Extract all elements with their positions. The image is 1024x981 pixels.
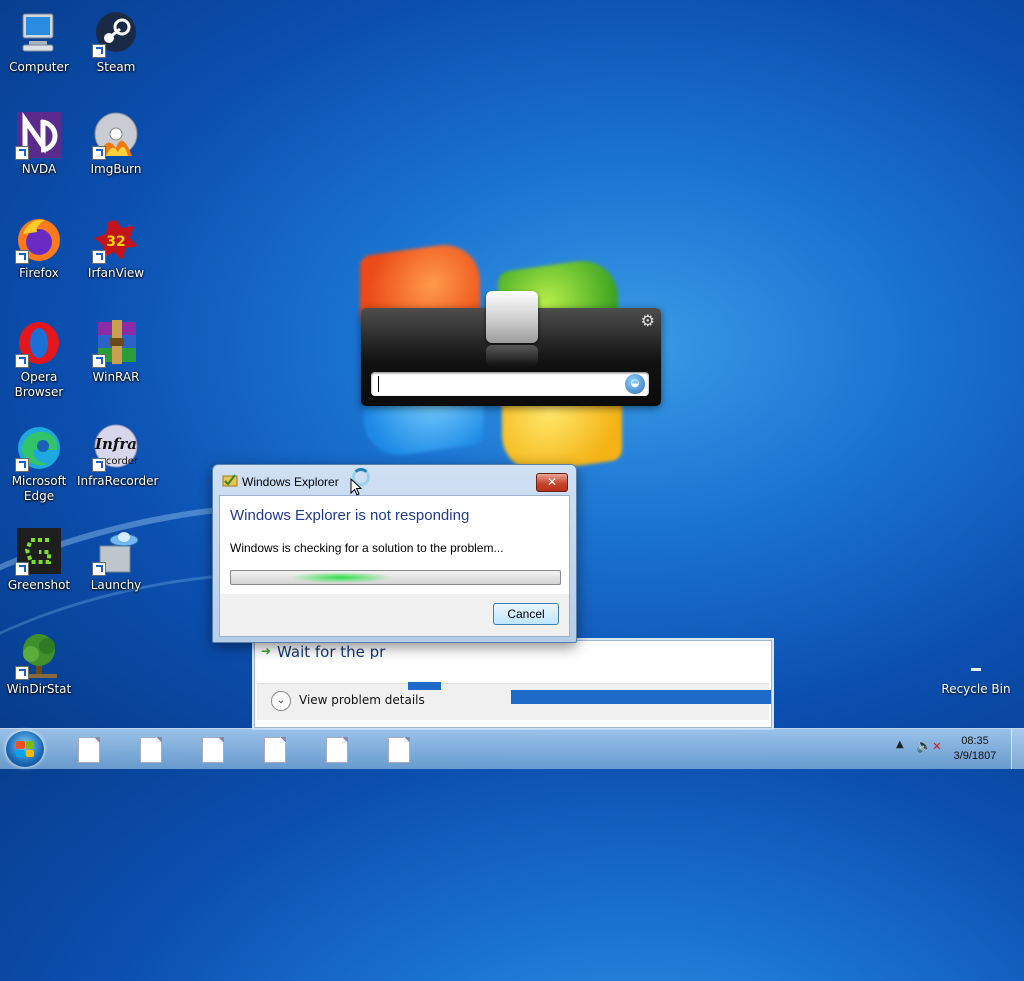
- edge-icon: [15, 424, 63, 472]
- not-responding-dialog[interactable]: Windows Explorer ✕ Windows Explorer is n…: [212, 464, 577, 643]
- document-icon: [264, 737, 286, 763]
- background-error-dialog: ➜ Wait for the pr ⌄ View problem details: [254, 640, 772, 728]
- computer-icon: [15, 10, 63, 58]
- taskbar-item[interactable]: [118, 734, 174, 764]
- steam-icon: [92, 10, 140, 58]
- launchy-result-icon: ◒: [625, 374, 645, 394]
- winrar-icon: [92, 320, 140, 368]
- desktop-icon-windirstat[interactable]: WinDirStat: [0, 632, 78, 697]
- recycle-bin-icon: [971, 668, 981, 671]
- cancel-button[interactable]: Cancel: [493, 603, 559, 625]
- view-problem-details-link[interactable]: View problem details: [299, 693, 425, 707]
- desktop-icon-greenshot[interactable]: Greenshot: [0, 528, 78, 593]
- dialog-message: Windows is checking for a solution to th…: [230, 541, 504, 555]
- svg-text:Infra: Infra: [94, 435, 137, 453]
- gear-icon[interactable]: ⚙: [641, 311, 655, 330]
- document-icon: [78, 737, 100, 763]
- progress-marquee: [291, 572, 391, 583]
- firefox-icon: [15, 216, 63, 264]
- taskbar-item[interactable]: [304, 734, 360, 764]
- dialog-titlebar[interactable]: Windows Explorer ✕: [213, 465, 576, 495]
- taskbar-item[interactable]: [56, 734, 112, 764]
- progress-bar: [230, 570, 561, 585]
- show-desktop-button[interactable]: [1011, 729, 1024, 769]
- wait-option-link[interactable]: Wait for the pr: [277, 643, 407, 659]
- dialog-content: Windows Explorer is not responding Windo…: [219, 495, 570, 595]
- arrow-right-icon: ➜: [261, 644, 272, 658]
- opera-icon: [15, 320, 63, 368]
- document-icon: [202, 737, 224, 763]
- dialog-heading: Windows Explorer is not responding: [230, 507, 470, 524]
- imgburn-icon: [92, 112, 140, 160]
- desktop-icon-infrarecorder[interactable]: Infra corder InfraRecorder: [77, 424, 158, 489]
- windows-explorer-icon: [222, 473, 238, 487]
- start-button[interactable]: [6, 731, 44, 767]
- document-icon: [388, 737, 410, 763]
- close-button[interactable]: ✕: [536, 473, 568, 492]
- volume-muted-icon[interactable]: 🔈✕: [916, 739, 941, 754]
- desktop-icon-edge[interactable]: Microsoft Edge: [0, 424, 78, 504]
- svg-text:32: 32: [106, 234, 125, 250]
- taskbar-item[interactable]: [180, 734, 236, 764]
- infrarecorder-icon: Infra corder: [92, 424, 140, 472]
- launchy-drag-handle[interactable]: [486, 291, 538, 343]
- taskbar-clock[interactable]: 08:35 3/9/1807: [942, 734, 1008, 764]
- taskbar: ▲ 🔈✕ 08:35 3/9/1807: [0, 728, 1024, 769]
- chevron-down-icon[interactable]: ⌄: [271, 691, 291, 711]
- taskbar-item[interactable]: [242, 734, 298, 764]
- desktop-icon-firefox[interactable]: Firefox: [0, 216, 78, 281]
- dialog-footer-bar: Cancel: [219, 594, 570, 637]
- desktop-icon-recycle-bin[interactable]: Recycle Bin: [940, 668, 1012, 696]
- document-icon: [140, 737, 162, 763]
- desktop-icon-opera[interactable]: Opera Browser: [0, 320, 78, 400]
- dialog-title: Windows Explorer: [242, 475, 339, 489]
- greenshot-icon: [15, 528, 63, 576]
- desktop-icon-nvda[interactable]: NVDA: [0, 111, 78, 177]
- desktop-icon-imgburn[interactable]: ImgBurn: [77, 112, 155, 177]
- windows-flag-icon: [16, 741, 34, 757]
- desktop-icon-steam[interactable]: Steam: [77, 10, 155, 75]
- mouse-pointer-icon: [350, 478, 362, 496]
- desktop-icon-irfanview[interactable]: 32 IrfanView: [77, 216, 155, 281]
- launchy-search-input[interactable]: ◒: [371, 372, 649, 396]
- svg-text:corder: corder: [106, 456, 139, 467]
- desktop-icon-computer[interactable]: Computer: [0, 10, 78, 75]
- desktop-icon-launchy[interactable]: Launchy: [77, 528, 155, 593]
- document-icon: [326, 737, 348, 763]
- taskbar-item[interactable]: [366, 734, 422, 764]
- nvda-icon: [15, 111, 63, 160]
- desktop-icon-winrar[interactable]: WinRAR: [77, 320, 155, 385]
- launchy-icon: [92, 528, 140, 576]
- show-hidden-icons-button[interactable]: ▲: [896, 739, 904, 750]
- launchy-window[interactable]: ⚙ ◒: [361, 291, 661, 406]
- windirstat-icon: [15, 632, 63, 680]
- irfanview-icon: 32: [92, 216, 140, 264]
- clock-time: 08:35: [961, 735, 989, 747]
- clock-date: 3/9/1807: [953, 750, 997, 762]
